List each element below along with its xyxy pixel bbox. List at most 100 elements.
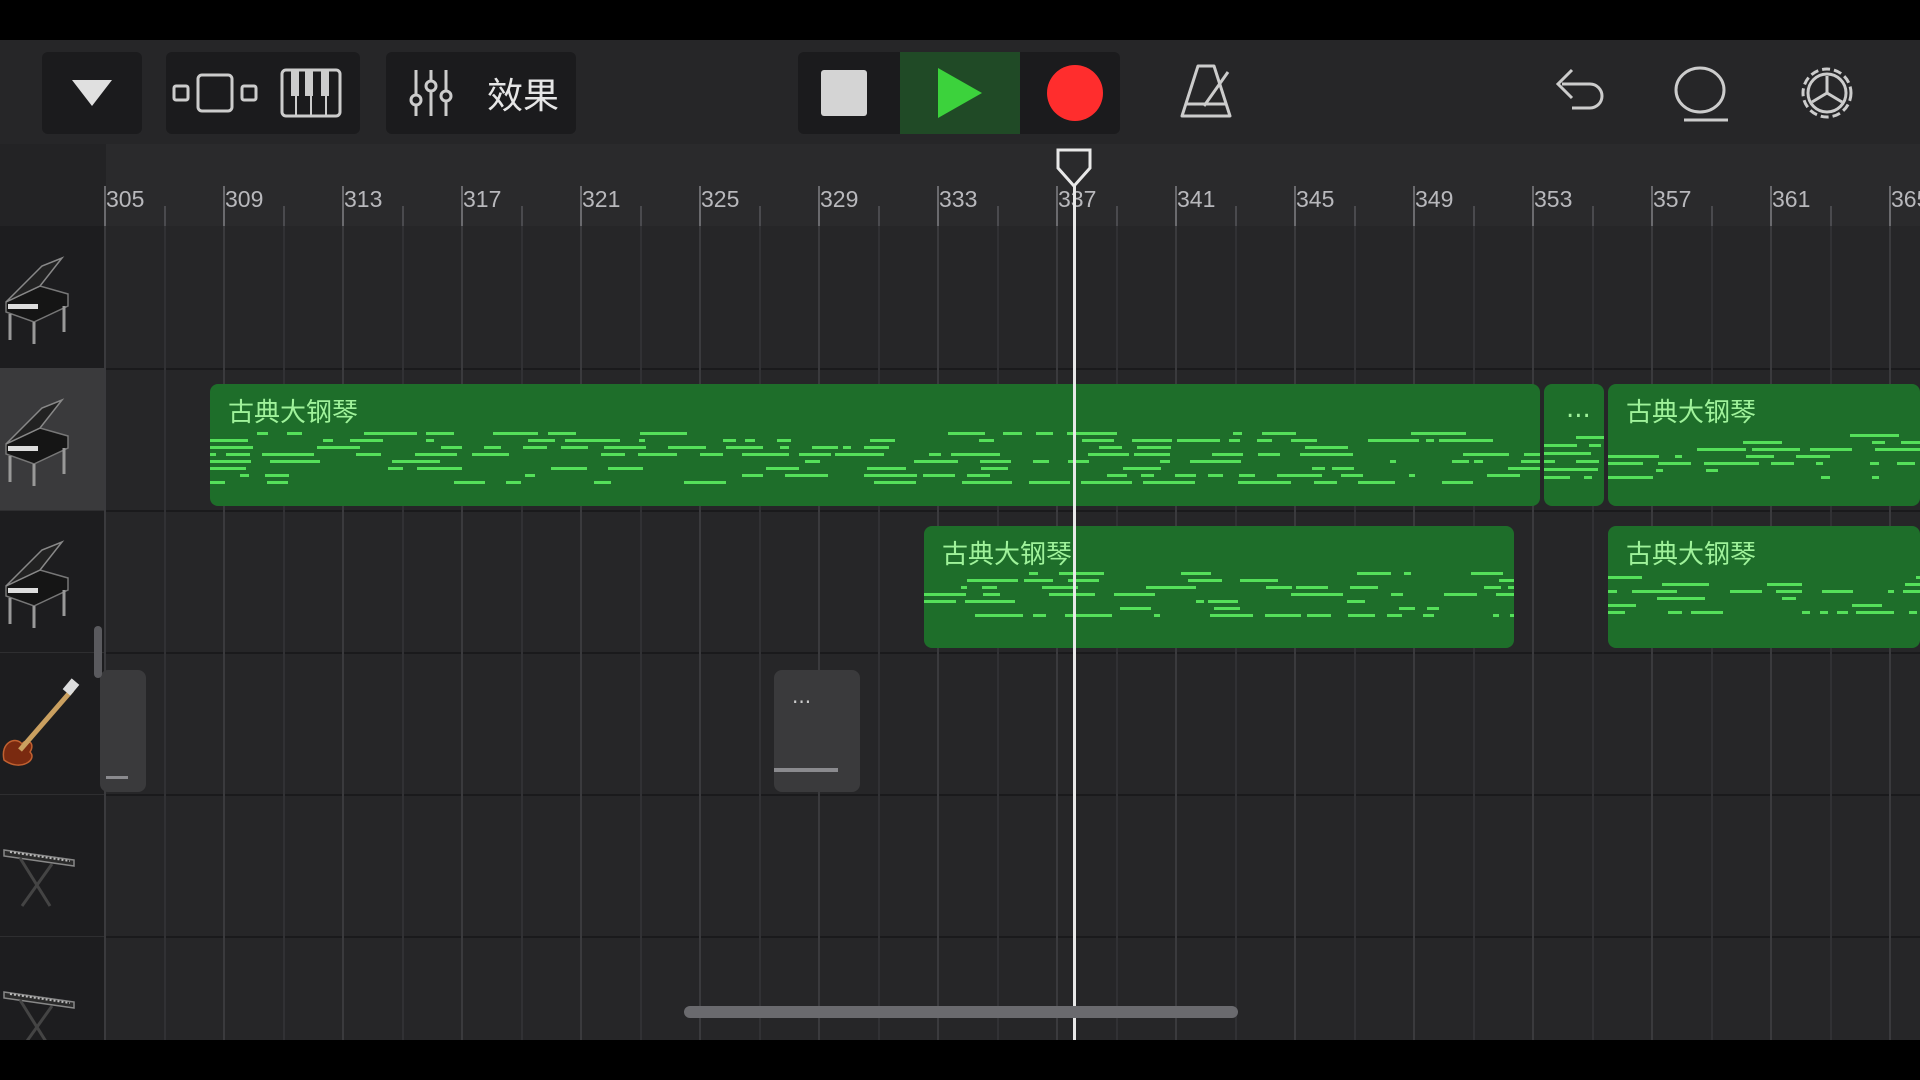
midi-note [1036, 432, 1053, 435]
midi-note [1427, 607, 1439, 610]
region-piano-small[interactable]: ... [1544, 384, 1604, 506]
midi-note [723, 439, 736, 442]
settings-button[interactable] [1796, 62, 1860, 126]
midi-note [1291, 439, 1317, 442]
mixer-button[interactable] [389, 52, 473, 134]
track-divider [106, 510, 1920, 512]
ruler-bar-label: 357 [1653, 186, 1692, 212]
midi-note [525, 474, 535, 477]
midi-note [1423, 614, 1434, 617]
tracks-grid[interactable]: 古典大钢琴 ... 古典大钢琴 古典大钢琴 古典大钢琴 ... [100, 226, 1920, 1040]
midi-note [1233, 432, 1242, 435]
region-piano-1[interactable]: 古典大钢琴 [210, 384, 1540, 506]
midi-note [1656, 469, 1663, 472]
synth-keyboard-icon [0, 956, 80, 1040]
midi-note [1658, 462, 1691, 465]
midi-note [1872, 441, 1885, 444]
midi-note [1821, 476, 1830, 479]
undo-button[interactable] [1546, 62, 1606, 126]
midi-note [1771, 462, 1794, 465]
ruler-minor-tick [1235, 206, 1237, 226]
bass-note [106, 776, 128, 779]
midi-note [1146, 586, 1196, 589]
grid-line [342, 226, 344, 1040]
midi-note [867, 467, 906, 470]
region-piano-4[interactable]: 古典大钢琴 [1608, 526, 1920, 648]
midi-note [742, 474, 763, 477]
midi-note [1368, 439, 1419, 442]
midi-note [426, 432, 454, 435]
keyboard-view-button[interactable] [263, 52, 359, 134]
midi-note [1141, 474, 1154, 477]
ruler-minor-tick [402, 206, 404, 226]
midi-note [270, 460, 320, 463]
track-header-5[interactable] [0, 794, 106, 937]
metronome-button[interactable] [1176, 62, 1240, 126]
loop-browser-button[interactable] [1670, 62, 1734, 126]
midi-note [1608, 576, 1642, 579]
midi-note [1350, 586, 1378, 589]
playhead-handle-icon[interactable] [1055, 148, 1093, 188]
grid-line [1591, 226, 1594, 1040]
midi-note [812, 446, 838, 449]
track-header-4[interactable] [0, 652, 106, 795]
midi-note [1632, 590, 1677, 593]
midi-note [561, 446, 588, 449]
midi-note [1544, 452, 1591, 455]
midi-note [726, 446, 763, 449]
track-header-1[interactable] [0, 226, 106, 369]
playhead[interactable] [1073, 186, 1076, 1040]
midi-note [226, 453, 250, 456]
browser-dropdown-button[interactable] [42, 52, 142, 134]
track-header-3[interactable] [0, 510, 106, 653]
loop-icon [1674, 66, 1728, 122]
midi-note [1875, 448, 1920, 451]
region-bass-partial[interactable] [100, 670, 146, 792]
region-piano-3[interactable]: 古典大钢琴 [924, 526, 1514, 648]
midi-note [1114, 593, 1155, 596]
midi-note [267, 481, 288, 484]
track-divider [106, 368, 1920, 370]
play-button[interactable] [900, 52, 1020, 134]
track-header-2[interactable] [0, 368, 106, 511]
ruler-minor-tick [1354, 206, 1356, 226]
midi-note [684, 481, 726, 484]
midi-note [506, 481, 521, 484]
region-bass[interactable]: ... [774, 670, 860, 792]
vertical-scrollbar[interactable] [94, 626, 102, 678]
midi-note [1029, 572, 1038, 575]
ruler-bar-label: 309 [225, 186, 264, 212]
record-button[interactable] [1030, 52, 1120, 134]
midi-note [1120, 607, 1151, 610]
timeline-ruler[interactable]: 305 309 313 317 321 325 329 333 337 341 345 349 353 3… [104, 144, 1920, 227]
region-piano-2[interactable]: 古典大钢琴 [1608, 384, 1920, 506]
tracks-view-button[interactable] [167, 52, 263, 134]
midi-note [923, 474, 955, 477]
midi-note [323, 439, 333, 442]
ruler-minor-tick [283, 206, 285, 226]
midi-note [1496, 593, 1514, 596]
metronome-icon [1180, 64, 1232, 118]
track-header-6[interactable] [0, 936, 106, 1040]
midi-note [210, 481, 225, 484]
midi-note [594, 481, 611, 484]
midi-note [965, 600, 1015, 603]
midi-note [1608, 604, 1636, 607]
grid-line [520, 226, 523, 1040]
transport-controls [798, 52, 1120, 134]
midi-note [1524, 453, 1540, 456]
horizontal-scrollbar[interactable] [684, 1006, 1238, 1018]
midi-note [1312, 467, 1325, 470]
grand-piano-icon [0, 530, 74, 634]
midi-note [1657, 597, 1705, 600]
effects-button[interactable]: 效果 [473, 52, 573, 134]
midi-note [1029, 481, 1070, 484]
midi-note [864, 474, 917, 477]
midi-note [1291, 593, 1343, 596]
region-label: 古典大钢琴 [228, 398, 359, 428]
midi-note [1903, 590, 1920, 593]
midi-note [1544, 460, 1555, 463]
midi-note [1796, 455, 1830, 458]
midi-note [975, 614, 1023, 617]
stop-button[interactable] [798, 52, 890, 134]
